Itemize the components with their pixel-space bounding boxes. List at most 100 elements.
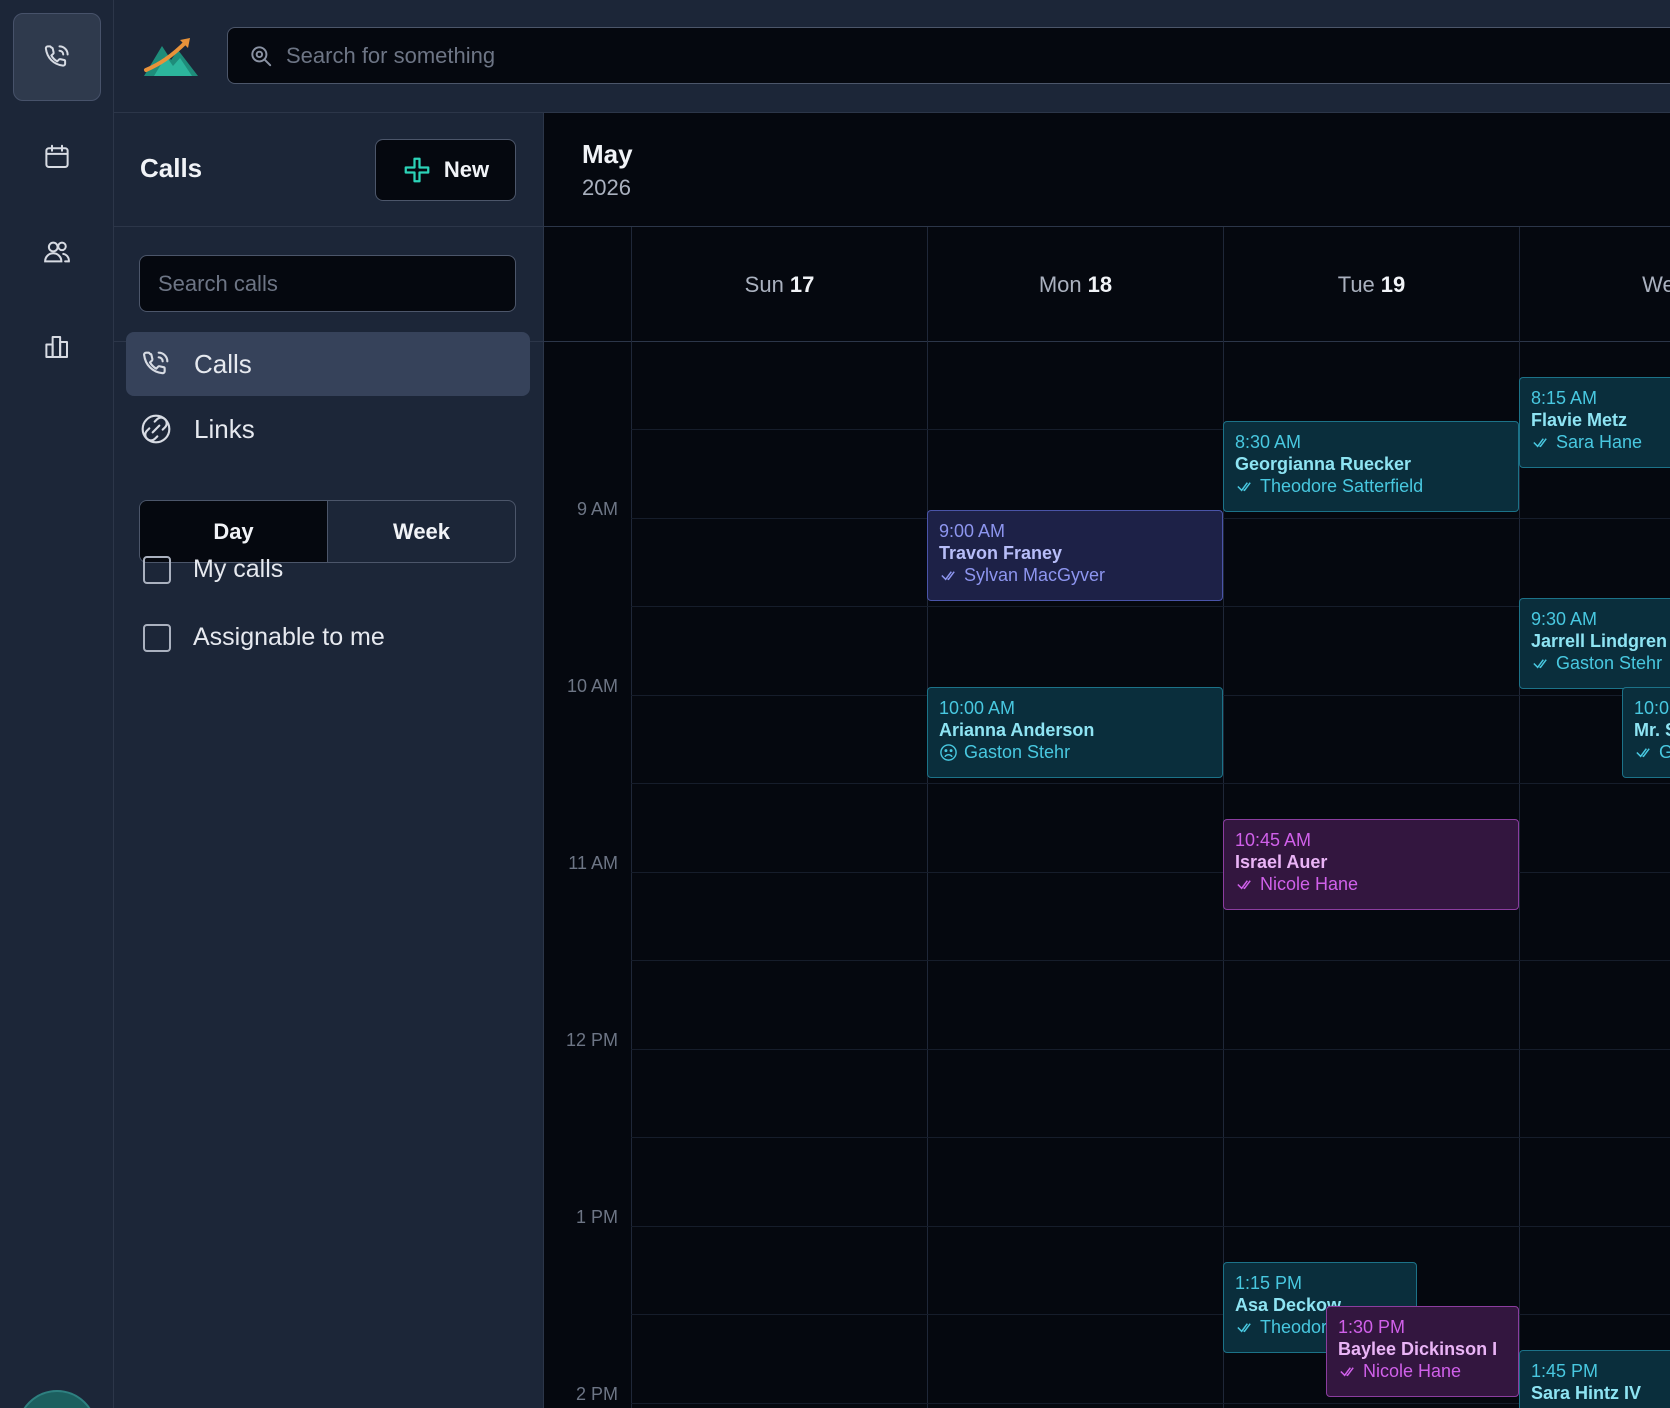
grid-row-line — [631, 1137, 1670, 1138]
nav-item-label: Calls — [194, 348, 252, 379]
time-label: 2 PM — [575, 1384, 618, 1404]
grid-column-line — [927, 227, 928, 1408]
event-contact: Arianna Anderson — [939, 720, 1095, 740]
event-time: 1:30 PM — [1338, 1317, 1406, 1337]
day-view-button[interactable]: Day — [140, 501, 327, 562]
phone-icon — [143, 351, 169, 375]
assignable-checkbox[interactable] — [143, 623, 171, 652]
new-call-label: New — [443, 157, 490, 182]
grid-row-line — [631, 1403, 1670, 1404]
time-label: 11 AM — [568, 853, 618, 873]
event-time: 1:45 PM — [1531, 1361, 1599, 1381]
event-assignee: Gaston Stehr — [939, 741, 1211, 763]
search-calls-input[interactable] — [139, 255, 516, 312]
check-icon — [1533, 437, 1547, 447]
call-event[interactable]: 10:0 Mr. S G — [1622, 687, 1670, 778]
event-assignee: Nicole Hane — [1235, 873, 1507, 895]
day-header[interactable]: Sun 17 — [631, 227, 927, 342]
check-icon — [1237, 879, 1251, 889]
check-icon — [941, 570, 955, 580]
event-contact: Sara Hintz IV — [1531, 1383, 1642, 1403]
grid-row-line — [631, 783, 1670, 784]
check-icon — [1636, 747, 1650, 757]
new-call-button[interactable]: New — [375, 139, 516, 201]
grid-row-line — [631, 1226, 1670, 1227]
event-assignee: Sara Hane — [1531, 431, 1670, 453]
link-icon — [141, 414, 171, 444]
call-event[interactable]: 8:30 AM Georgianna Ruecker Theodore Satt… — [1223, 421, 1519, 512]
global-search-input[interactable] — [286, 42, 1586, 69]
avatar[interactable] — [17, 1390, 97, 1408]
event-contact: Georgianna Ruecker — [1235, 454, 1412, 474]
grid-row-line — [631, 1049, 1670, 1050]
day-header[interactable]: Tue 19 — [1223, 227, 1519, 342]
call-event[interactable]: 10:45 AM Israel Auer Nicole Hane — [1223, 819, 1519, 910]
day-header-row: Sun17 Mon18 Tue19 Wed — [544, 227, 1670, 342]
event-assignee: Gaston Stehr — [1531, 652, 1670, 674]
event-contact: Baylee Dickinson I — [1338, 1339, 1498, 1359]
event-time: 8:30 AM — [1235, 432, 1302, 452]
call-event[interactable]: 1:45 PM Sara Hintz IV — [1519, 1350, 1670, 1408]
event-contact: Travon Franey — [939, 543, 1063, 563]
rail-calls-button[interactable] — [13, 13, 101, 101]
check-icon — [1340, 1366, 1354, 1376]
phone-icon — [44, 45, 69, 67]
event-time: 8:15 AM — [1531, 388, 1598, 408]
day-header[interactable]: Wed — [1519, 227, 1670, 342]
grid-row-line — [631, 606, 1670, 607]
call-event[interactable]: 1:30 PM Baylee Dickinson I Nicole Hane — [1326, 1306, 1519, 1397]
search-icon — [251, 45, 272, 66]
calendar-header: May 2026 — [544, 113, 1670, 227]
event-time: 9:30 AM — [1531, 609, 1598, 629]
check-icon — [1237, 1322, 1251, 1332]
logo-icon — [144, 38, 198, 76]
time-label: 10 AM — [566, 676, 618, 696]
week-view-button[interactable]: Week — [327, 501, 515, 562]
filter-label: Assignable to me — [193, 623, 385, 651]
day-header[interactable]: Mon 18 — [927, 227, 1223, 342]
my-calls-filter[interactable]: My calls — [143, 555, 283, 584]
icon-rail — [0, 0, 114, 1408]
event-assignee: Theodore Satterfield — [1235, 475, 1507, 497]
panel-search-area — [114, 227, 544, 342]
call-event[interactable]: 10:00 AM Arianna Anderson Gaston Stehr — [927, 687, 1223, 778]
time-label: 1 PM — [575, 1207, 618, 1227]
event-assignee: Sylvan MacGyver — [939, 564, 1211, 586]
event-time: 9:00 AM — [939, 521, 1006, 541]
check-icon — [1533, 658, 1547, 668]
rail-contacts-button[interactable] — [13, 208, 101, 296]
top-bar — [114, 0, 1670, 113]
event-time: 10:00 AM — [939, 698, 1016, 718]
event-time: 10:45 AM — [1235, 830, 1312, 850]
global-search-bar[interactable] — [227, 27, 1670, 84]
calendar-icon — [45, 144, 69, 168]
call-event[interactable]: 9:00 AM Travon Franey Sylvan MacGyver — [927, 510, 1223, 601]
call-event[interactable]: 8:15 AM Flavie Metz Sara Hane — [1519, 377, 1670, 468]
call-event[interactable]: 9:30 AM Jarrell Lindgren Gaston Stehr — [1519, 598, 1670, 689]
nav-item-label: Links — [194, 413, 255, 444]
day-week-toggle: Day Week — [139, 500, 516, 563]
rail-calendar-button[interactable] — [13, 113, 101, 201]
users-icon — [44, 241, 70, 263]
grid-column-line — [631, 227, 632, 1408]
grid-row-line — [631, 960, 1670, 961]
frown-icon — [940, 743, 957, 761]
plus-icon — [404, 157, 430, 183]
assignable-filter[interactable]: Assignable to me — [143, 623, 385, 652]
event-contact: Jarrell Lindgren — [1531, 631, 1668, 651]
nav-item-calls[interactable]: Calls — [126, 332, 530, 396]
panel-title: Calls — [140, 153, 203, 183]
nav-item-links[interactable]: Links — [126, 397, 530, 461]
my-calls-checkbox[interactable] — [143, 555, 171, 584]
event-assignee: G — [1634, 741, 1670, 763]
event-contact: Flavie Metz — [1531, 410, 1628, 430]
rail-reports-button[interactable] — [13, 303, 101, 391]
event-assignee: Nicole Hane — [1338, 1360, 1507, 1382]
time-label: 9 AM — [576, 499, 618, 519]
grid-column-line — [1223, 227, 1224, 1408]
year-label: 2026 — [582, 175, 631, 200]
event-contact: Mr. S — [1634, 720, 1670, 740]
event-contact: Israel Auer — [1235, 852, 1328, 872]
event-time: 1:15 PM — [1235, 1273, 1303, 1293]
month-label: May — [582, 139, 633, 169]
